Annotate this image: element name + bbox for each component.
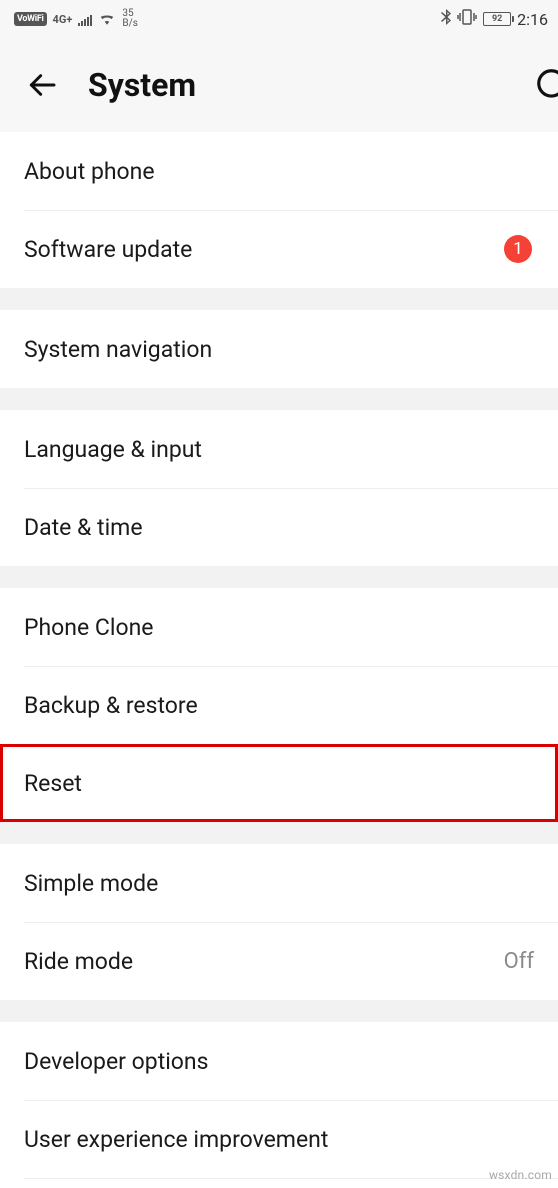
status-left: VoWiFi 4G+ 35 B/s xyxy=(14,9,138,29)
row-backup-restore[interactable]: Backup & restore xyxy=(0,666,558,744)
row-software-update[interactable]: Software update 1 xyxy=(0,210,558,288)
row-certification-logos[interactable]: Certification logos xyxy=(0,1178,558,1188)
row-label: User experience improvement xyxy=(24,1126,534,1153)
row-user-experience[interactable]: User experience improvement xyxy=(0,1100,558,1178)
row-label: Developer options xyxy=(24,1048,534,1075)
group-about: About phone Software update 1 xyxy=(0,132,558,288)
group-modes: Simple mode Ride mode Off xyxy=(0,844,558,1000)
network-speed: 35 B/s xyxy=(122,9,138,29)
wifi-icon xyxy=(98,10,116,29)
row-value: Off xyxy=(504,949,534,974)
search-icon xyxy=(534,66,558,104)
row-ride-mode[interactable]: Ride mode Off xyxy=(0,922,558,1000)
row-system-navigation[interactable]: System navigation xyxy=(0,310,558,388)
section-gap xyxy=(0,566,558,588)
settings-list: About phone Software update 1 System nav… xyxy=(0,132,558,1188)
row-label: Backup & restore xyxy=(24,692,534,719)
row-label: System navigation xyxy=(24,336,534,363)
header: System xyxy=(0,38,558,132)
row-reset[interactable]: Reset xyxy=(0,744,558,822)
row-label: Reset xyxy=(24,770,534,797)
network-indicator: 4G+ xyxy=(53,15,73,24)
row-label: Language & input xyxy=(24,436,534,463)
group-navigation: System navigation xyxy=(0,310,558,388)
section-gap xyxy=(0,288,558,310)
row-label: Simple mode xyxy=(24,870,534,897)
vibrate-icon xyxy=(457,9,477,29)
group-language-date: Language & input Date & time xyxy=(0,410,558,566)
battery-icon: 92 xyxy=(483,12,511,26)
bluetooth-icon xyxy=(441,9,451,29)
row-label: About phone xyxy=(24,158,534,185)
row-label: Software update xyxy=(24,236,504,263)
row-phone-clone[interactable]: Phone Clone xyxy=(0,588,558,666)
section-gap xyxy=(0,1000,558,1022)
row-about-phone[interactable]: About phone xyxy=(0,132,558,210)
row-simple-mode[interactable]: Simple mode xyxy=(0,844,558,922)
row-label: Ride mode xyxy=(24,948,504,975)
row-label: Date & time xyxy=(24,514,534,541)
group-developer: Developer options User experience improv… xyxy=(0,1022,558,1188)
signal-icon xyxy=(78,13,92,26)
row-language-input[interactable]: Language & input xyxy=(0,410,558,488)
section-gap xyxy=(0,822,558,844)
back-arrow-icon xyxy=(26,69,58,101)
back-button[interactable] xyxy=(20,63,64,107)
update-badge: 1 xyxy=(504,235,532,263)
status-right: 92 2:16 xyxy=(441,9,548,29)
vowifi-indicator: VoWiFi xyxy=(14,12,47,26)
row-date-time[interactable]: Date & time xyxy=(0,488,558,566)
status-bar: VoWiFi 4G+ 35 B/s 92 2:16 xyxy=(0,0,558,38)
system-settings-screen: VoWiFi 4G+ 35 B/s 92 2:16 Syst xyxy=(0,0,558,1188)
search-button[interactable] xyxy=(528,63,558,107)
watermark: wsxdn.com xyxy=(489,1168,552,1182)
row-label: Phone Clone xyxy=(24,614,534,641)
section-gap xyxy=(0,388,558,410)
row-developer-options[interactable]: Developer options xyxy=(0,1022,558,1100)
group-clone-backup-reset: Phone Clone Backup & restore Reset xyxy=(0,588,558,822)
page-title: System xyxy=(88,66,504,104)
clock: 2:16 xyxy=(517,10,548,29)
